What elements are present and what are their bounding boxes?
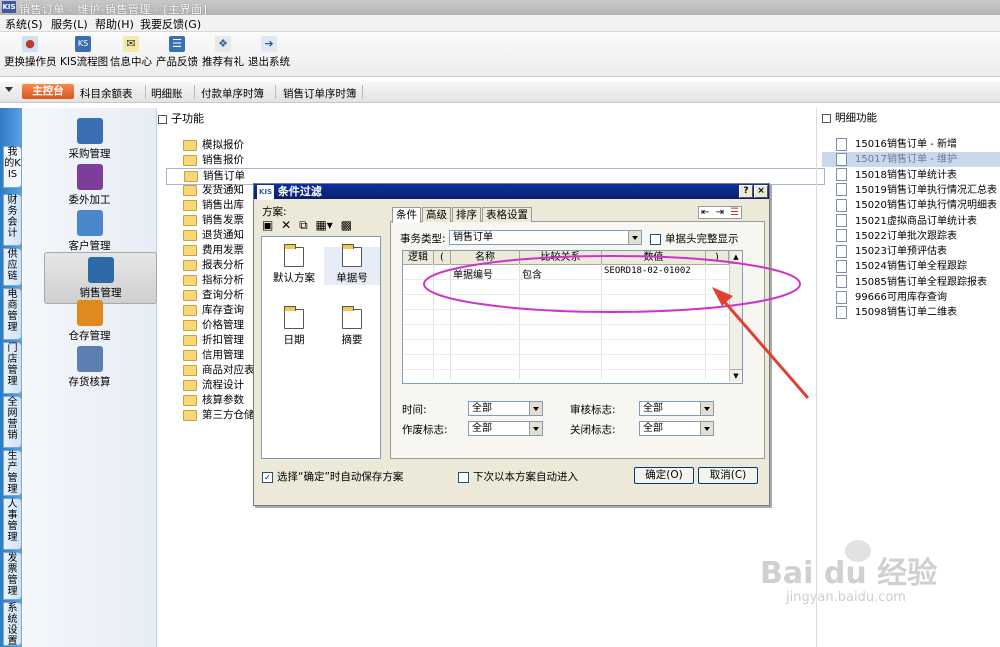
annotation-overlay <box>423 255 810 399</box>
annotation-arrow-line <box>714 291 810 399</box>
highlight-ellipse <box>423 255 801 313</box>
arrow-head-icon <box>712 287 733 306</box>
